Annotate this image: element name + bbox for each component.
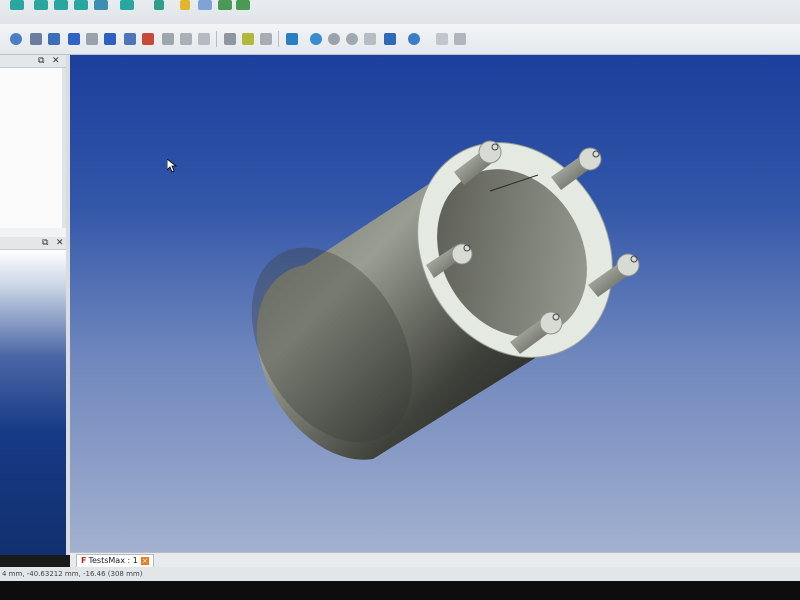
- toolbar-separator: [216, 31, 217, 47]
- float-panel-button[interactable]: ⧉: [42, 237, 48, 249]
- measure-distance-icon[interactable]: [224, 33, 236, 45]
- view-rear-icon[interactable]: [162, 33, 174, 45]
- view-front-icon[interactable]: [104, 33, 116, 45]
- view-right-icon[interactable]: [142, 33, 154, 45]
- stereo-icon[interactable]: [68, 33, 80, 45]
- sphere-primitive-icon[interactable]: [286, 33, 298, 45]
- view-left-icon[interactable]: [198, 33, 210, 45]
- close-panel-button[interactable]: ✕: [56, 237, 64, 249]
- cube-top-icon[interactable]: [54, 0, 68, 10]
- cone-primitive-icon[interactable]: [310, 33, 322, 45]
- cube-left-icon[interactable]: [120, 0, 134, 10]
- float-panel-button[interactable]: ⧉: [38, 55, 44, 67]
- copy-icon[interactable]: [218, 0, 232, 10]
- fit-all-icon[interactable]: [10, 33, 22, 45]
- monitor-bezel: [0, 581, 800, 600]
- view-iso-icon[interactable]: [86, 33, 98, 45]
- view-toolbar: [0, 24, 800, 55]
- view-bottom-icon[interactable]: [180, 33, 192, 45]
- fuse-icon[interactable]: [408, 33, 420, 45]
- freecad-icon: F: [81, 556, 87, 565]
- close-panel-button[interactable]: ✕: [52, 55, 60, 67]
- paste-icon[interactable]: [236, 0, 250, 10]
- fit-selection-icon[interactable]: [30, 33, 42, 45]
- cylinder-primitive-icon[interactable]: [260, 33, 272, 45]
- tube-primitive-icon[interactable]: [346, 33, 358, 45]
- torus-primitive-icon[interactable]: [328, 33, 340, 45]
- cursor-coordinates: 4 mm, -40.63212 mm, -16.46 (308 mm): [2, 570, 143, 578]
- freecad-window: ⧉ ✕ ⧉ ✕ F TestsMax: 1 × 4 mm, -40.63212…: [0, 0, 800, 600]
- view-top-icon[interactable]: [124, 33, 136, 45]
- combo-view-titlebar: ⧉ ✕: [0, 55, 66, 68]
- property-view-titlebar: ⧉ ✕: [0, 237, 66, 250]
- cube-rear-icon[interactable]: [94, 0, 108, 10]
- model-tree-panel[interactable]: [0, 68, 66, 228]
- box-primitive-icon[interactable]: [242, 33, 254, 45]
- link-icon[interactable]: [180, 0, 190, 10]
- section-icon[interactable]: [436, 33, 448, 45]
- draw-style-icon[interactable]: [48, 33, 60, 45]
- folder-icon[interactable]: [198, 0, 212, 10]
- cube-front-icon[interactable]: [34, 0, 48, 10]
- cube-right-icon[interactable]: [74, 0, 88, 10]
- tab-document[interactable]: F TestsMax : 1 ×: [76, 554, 154, 568]
- document-tab-label: TestsMax : 1: [88, 556, 138, 565]
- toolbar-separator: [278, 31, 279, 47]
- report-view-panel[interactable]: [0, 250, 66, 555]
- cube-view-icon[interactable]: [10, 0, 24, 10]
- close-tab-icon[interactable]: ×: [140, 557, 149, 565]
- status-bar: 4 mm, -40.63212 mm, -16.46 (308 mm): [0, 567, 800, 581]
- measure-icon[interactable]: [154, 0, 164, 10]
- boolean-icon[interactable]: [364, 33, 376, 45]
- document-tab-bar: F TestsMax : 1 ×: [70, 552, 800, 568]
- 3d-viewport[interactable]: [70, 55, 800, 552]
- left-dock: ⧉ ✕ ⧉ ✕: [0, 55, 66, 555]
- main-toolbar: [0, 0, 800, 24]
- chamfer-icon[interactable]: [454, 33, 466, 45]
- cut-icon[interactable]: [384, 33, 396, 45]
- model-render: [251, 140, 640, 460]
